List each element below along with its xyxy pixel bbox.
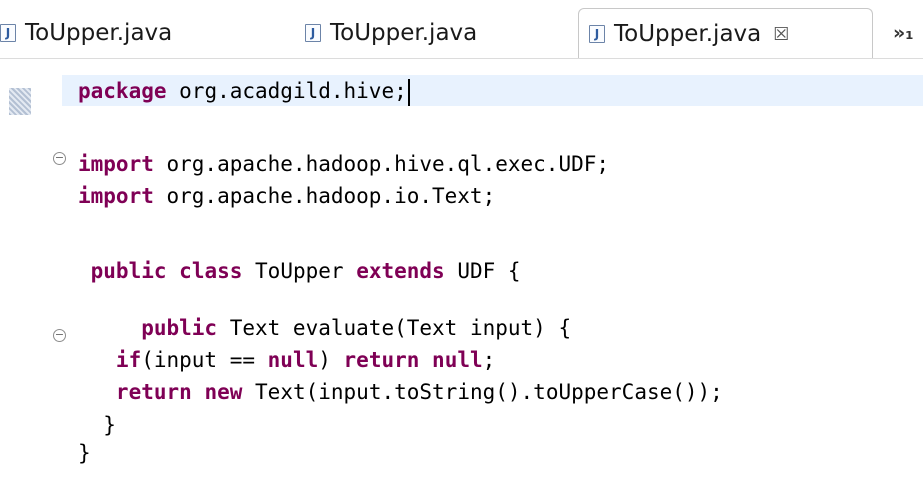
keyword-token: import [78,152,154,176]
code-line[interactable]: public Text evaluate(Text input) { [78,313,571,343]
keyword-token: import [78,184,154,208]
code-token: ToUpper [242,259,357,283]
tab-label: ToUpper.java [25,20,173,46]
code-token: ) [318,348,344,372]
code-token: } [78,413,116,437]
code-line[interactable]: package org.acadgild.hive; [78,76,410,106]
editor-tab-1[interactable]: J ToUpper.java [0,8,172,58]
code-token: org.apache.hadoop.hive.ql.exec.UDF; [153,152,610,176]
keyword-token: if [78,348,142,372]
keyword-token: extends [356,259,445,283]
code-token: ; [482,348,496,372]
java-file-icon: J [589,25,605,43]
code-token: org.apache.hadoop.io.Text; [153,184,496,208]
code-line[interactable]: } [78,438,91,468]
code-token: UDF { [444,259,521,283]
keyword-token: package [78,79,167,103]
code-line[interactable]: if(input == null) return null; [78,345,495,375]
code-line[interactable]: import org.apache.hadoop.hive.ql.exec.UD… [78,149,609,179]
editor-tab-2[interactable]: J ToUpper.java [305,8,477,58]
more-tabs-button[interactable]: »₁ [893,22,914,44]
current-line-marker-icon [9,88,31,115]
fold-imports-icon[interactable]: − [53,152,66,165]
editor-tab-bar: J ToUpper.java J ToUpper.java J ToUpper.… [0,0,923,59]
keyword-token: new [204,380,243,404]
keyword-token: null [267,348,319,372]
vertical-ruler [0,59,62,496]
keyword-token: null [432,348,483,372]
code-token: } [78,441,91,465]
code-token: Text(input.toString().toUpperCase()); [242,380,723,404]
code-line[interactable]: } [78,410,116,440]
code-line[interactable]: public class ToUpper extends UDF { [78,256,521,286]
tab-label: ToUpper.java [614,21,762,47]
close-tab-icon[interactable]: ☒ [773,24,789,45]
java-file-icon: J [305,24,321,42]
tab-label: ToUpper.java [330,20,478,46]
code-token: org.acadgild.hive; [166,79,407,103]
keyword-token: return [343,348,420,372]
keyword-token: class [179,259,243,283]
keyword-token: return [78,380,192,404]
text-caret [407,78,410,106]
editor-tab-3-active[interactable]: J ToUpper.java ☒ [578,8,873,59]
code-token: (input == [141,348,268,372]
code-line[interactable]: import org.apache.hadoop.io.Text; [78,181,495,211]
code-editor[interactable]: − − package org.acadgild.hive; import org… [0,59,923,496]
fold-method-icon[interactable]: − [53,329,66,342]
keyword-token: public [78,316,218,340]
code-line[interactable]: return new Text(input.toString().toUpper… [78,377,723,407]
java-file-icon: J [0,24,16,42]
code-token: Text evaluate(Text input) { [217,316,572,340]
keyword-token: public [78,259,167,283]
